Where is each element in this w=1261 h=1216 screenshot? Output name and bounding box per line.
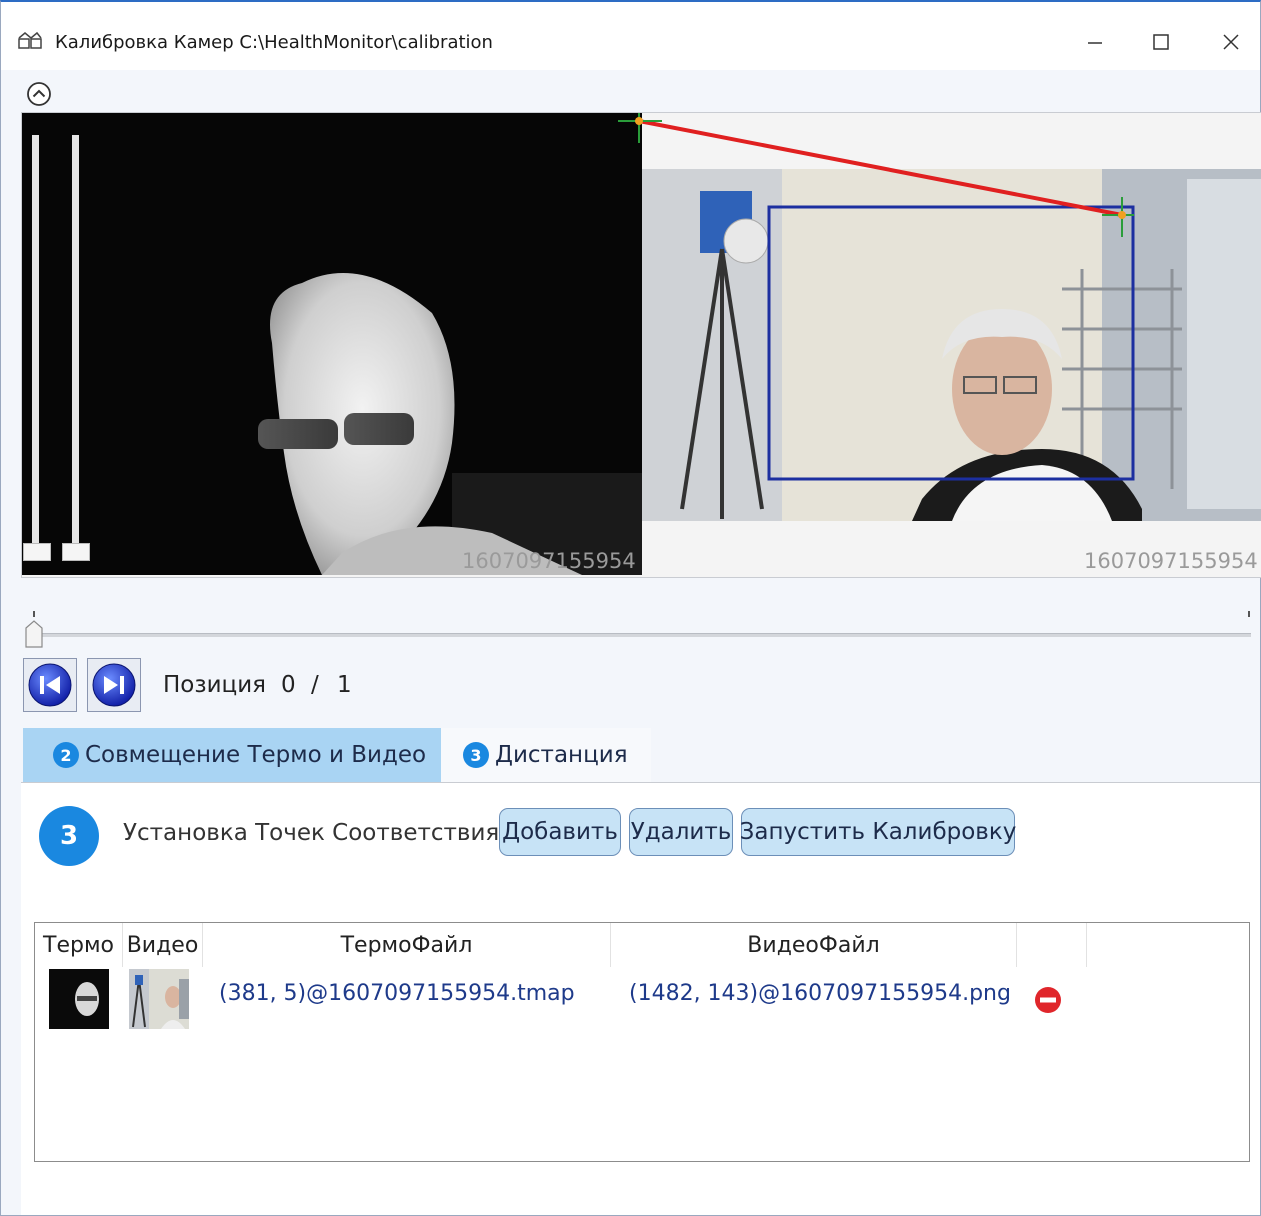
timeline-slider-track[interactable]	[33, 633, 1251, 637]
thermo-thumbnail	[49, 969, 109, 1029]
add-button[interactable]: Добавить	[499, 808, 621, 856]
position-total: 1	[337, 672, 352, 698]
run-calibration-button[interactable]: Запустить Калибровку	[740, 808, 1016, 856]
column-header-filler	[1087, 923, 1249, 967]
correspondence-line[interactable]	[22, 113, 1261, 577]
maximize-icon	[1153, 34, 1169, 50]
video-point-marker[interactable]	[1102, 197, 1134, 237]
previous-frame-button[interactable]	[23, 658, 77, 712]
video-thumbnail	[129, 969, 189, 1029]
minimize-icon	[1088, 42, 1102, 44]
position-separator: /	[311, 672, 319, 698]
timeline-tick-end	[1248, 611, 1250, 617]
maximize-button[interactable]	[1131, 18, 1191, 66]
tab-distance-badge: 3	[463, 742, 489, 768]
column-header-video-file[interactable]: ВидеоФайл	[611, 923, 1017, 967]
video-file-link[interactable]: (1482, 143)@1607097155954.png	[629, 981, 1011, 1006]
correspondence-table: Термо Видео ТермоФайл ВидеоФайл (381, 5)…	[34, 922, 1250, 1162]
next-frame-button[interactable]	[87, 658, 141, 712]
column-header-action	[1017, 923, 1087, 967]
window-title: Калибровка Камер C:\HealthMonitor\calibr…	[55, 32, 493, 53]
step-badge: 3	[39, 806, 99, 866]
column-header-thermo-file[interactable]: ТермоФайл	[203, 923, 611, 967]
column-header-video[interactable]: Видео	[123, 923, 203, 967]
minimize-button[interactable]	[1065, 18, 1125, 66]
tab-alignment-label: Совмещение Термо и Видео	[85, 742, 427, 768]
thermal-point-marker[interactable]	[618, 113, 662, 143]
position-label: Позиция	[163, 672, 266, 698]
tab-alignment-badge: 2	[53, 742, 79, 768]
thermo-file-link[interactable]: (381, 5)@1607097155954.tmap	[219, 981, 575, 1006]
app-icon	[18, 31, 42, 49]
tab-distance-label: Дистанция	[495, 742, 628, 768]
position-current: 0	[281, 672, 296, 698]
step-label: Установка Точек Соответствия	[123, 820, 500, 846]
timeline-tick-start	[33, 611, 35, 617]
close-icon	[1223, 34, 1239, 50]
column-header-thermo[interactable]: Термо	[35, 923, 123, 967]
remove-icon[interactable]	[1033, 985, 1063, 1015]
collapse-up-icon[interactable]	[25, 80, 53, 108]
calibration-window: Калибровка Камер C:\HealthMonitor\calibr…	[0, 0, 1261, 1216]
delete-button[interactable]: Удалить	[629, 808, 733, 856]
skip-forward-icon	[92, 663, 136, 707]
tab-alignment[interactable]: 2 Совмещение Термо и Видео	[23, 728, 441, 782]
title-bar: Калибровка Камер C:\HealthMonitor\calibr…	[1, 2, 1260, 70]
skip-back-icon	[28, 663, 72, 707]
timeline-slider-thumb[interactable]	[25, 620, 43, 648]
close-button[interactable]	[1201, 18, 1261, 66]
tab-distance[interactable]: 3 Дистанция	[441, 728, 651, 782]
camera-view-area: 1607097155954 1607097155954	[21, 112, 1261, 578]
